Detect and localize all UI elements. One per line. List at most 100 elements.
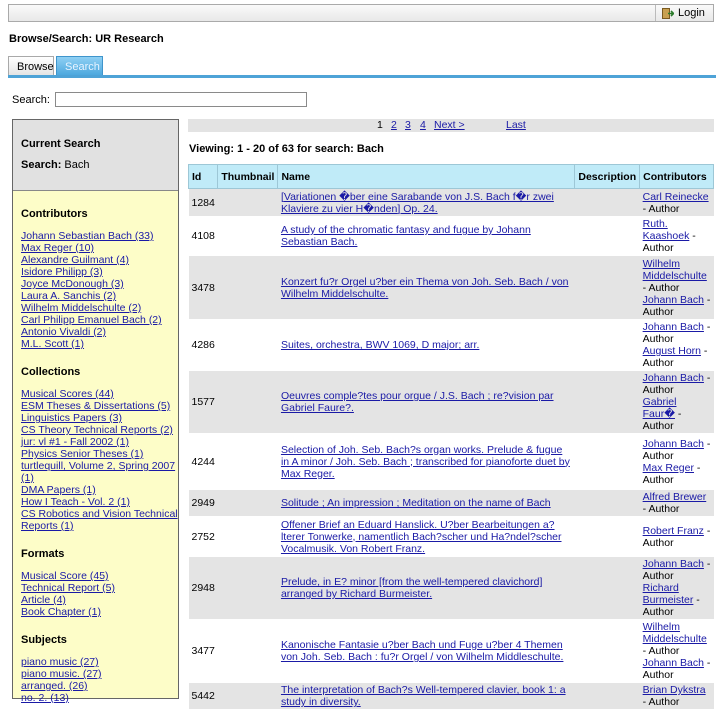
result-title-link[interactable]: Offener Brief an Eduard Hanslick. U?ber … [281, 519, 562, 555]
collection-facet-link[interactable]: DMA Papers (1) [21, 484, 96, 496]
contributor-link[interactable]: Alfred Brewer [643, 491, 707, 503]
collection-facet-link[interactable]: CS Theory Technical Reports (2) [21, 424, 173, 436]
contributor-facet-link[interactable]: M.L. Scott (1) [21, 338, 84, 350]
contributor-link[interactable]: Johann Bach [643, 657, 704, 669]
pager-page-4[interactable]: 4 [420, 119, 426, 131]
result-title-link[interactable]: Konzert fu?r Orgel u?ber ein Thema von J… [281, 276, 569, 300]
contributor-link[interactable]: Robert Franz [643, 525, 704, 537]
col-header-description[interactable]: Description [574, 164, 641, 189]
collection-facet-link[interactable]: Linguistics Papers (3) [21, 412, 122, 424]
contributor-link[interactable]: Johann Bach [643, 294, 704, 306]
pager-last-link[interactable]: Last [506, 119, 526, 131]
login-button[interactable]: Login [655, 5, 713, 21]
col-header-id[interactable]: Id [187, 164, 219, 189]
collection-facet-link[interactable]: turtlequill, Volume 2, Spring 2007 [21, 460, 175, 472]
contributor-role: Author [642, 357, 674, 369]
contributor-separator: - [703, 657, 711, 669]
contributor-facet-link[interactable]: Wilhelm Middelschulte (2) [21, 302, 141, 314]
cell-contributors: Alfred Brewer - Author [639, 489, 714, 517]
cell-thumbnail [217, 433, 278, 490]
collection-facet-link[interactable]: (1) [21, 472, 34, 484]
format-facet-link[interactable]: Musical Score (45) [21, 570, 109, 582]
pager-page-2[interactable]: 2 [391, 119, 397, 131]
contributor-facet-link[interactable]: Joyce McDonough (3) [21, 278, 124, 290]
tab-bar: Browse Search [8, 56, 105, 76]
contributor-facet-link[interactable]: Laura A. Sanchis (2) [21, 290, 116, 302]
contributor-role: Author [642, 570, 674, 582]
contributor-link[interactable]: Gabriel Faur� [643, 396, 677, 420]
contributor-facet-link[interactable]: Max Reger (10) [21, 242, 94, 254]
tab-browse[interactable]: Browse [8, 56, 54, 76]
formats-facet-list: Musical Score (45) Technical Report (5) Ar… [21, 570, 178, 618]
contributor-separator: - [703, 321, 711, 333]
subject-facet-link[interactable]: piano music (27) [21, 656, 99, 668]
contributor-link[interactable]: Carl Reinecke [643, 191, 709, 203]
contributor-link[interactable]: Ruth. Kaashoek [643, 218, 690, 242]
subject-facet-link[interactable]: arranged. (26) [21, 680, 88, 692]
collection-facet-link[interactable]: Physics Senior Theses (1) [21, 448, 143, 460]
current-search-panel: Current Search Search: Bach [13, 120, 178, 191]
contributor-link[interactable]: Johann Bach [643, 438, 704, 450]
facet-item: Reports (1) [21, 520, 178, 532]
contributor-link[interactable]: Wilhelm Middelschulte [643, 258, 707, 282]
contributor-link[interactable]: Richard Burmeister [643, 582, 694, 606]
cell-description [574, 489, 640, 517]
contributor-link[interactable]: Johann Bach [643, 372, 704, 384]
cell-thumbnail [217, 216, 278, 256]
search-input[interactable] [54, 92, 307, 107]
format-facet-link[interactable]: Article (4) [21, 594, 66, 606]
contributor-facet-link[interactable]: Antonio Vivaldi (2) [21, 326, 106, 338]
result-title-link[interactable]: Selection of Joh. Seb. Bach?s organ work… [281, 444, 570, 480]
format-facet-link[interactable]: Book Chapter (1) [21, 606, 101, 618]
subject-facet-link[interactable]: no. 2. (13) [21, 692, 69, 704]
contributor-facet-link[interactable]: Carl Philipp Emanuel Bach (2) [21, 314, 162, 326]
table-row: 3477 Kanonische Fantasie u?ber Bach und F… [188, 619, 714, 683]
facet-item: piano music. (27) [21, 668, 178, 680]
results-summary: Viewing: 1 - 20 of 63 for search: Bach [189, 143, 384, 155]
contributor-entry: Johann Bach - Author [643, 321, 711, 345]
col-header-name[interactable]: Name [277, 164, 576, 189]
collection-facet-link[interactable]: Reports (1) [21, 520, 74, 532]
table-row: 2752 Offener Brief an Eduard Hanslick. U?… [188, 516, 714, 557]
contributor-entry: Brian Dykstra - Author [643, 684, 711, 708]
result-title-link[interactable]: Kanonische Fantasie u?ber Bach und Fuge … [281, 639, 563, 663]
cell-id: 3477 [188, 619, 218, 683]
result-title-link[interactable]: Solitude ; An impression ; Meditation on… [281, 497, 551, 509]
collection-facet-link[interactable]: jur: vl #1 - Fall 2002 (1) [21, 436, 129, 448]
contributor-separator: - [703, 372, 711, 384]
contributor-facet-link[interactable]: Isidore Philipp (3) [21, 266, 103, 278]
contributor-facet-link[interactable]: Alexandre Guilmant (4) [21, 254, 129, 266]
result-title-link[interactable]: A study of the chromatic fantasy and fug… [281, 224, 531, 248]
facet-item: Alexandre Guilmant (4) [21, 254, 178, 266]
result-title-link[interactable]: Oeuvres comple?tes pour orgue / J.S. Bac… [281, 390, 554, 414]
table-row: 4244 Selection of Joh. Seb. Bach?s organ … [188, 433, 714, 490]
facet-item: Antonio Vivaldi (2) [21, 326, 178, 338]
pager-page-3[interactable]: 3 [405, 119, 411, 131]
result-title-link[interactable]: Suites, orchestra, BWV 1069, D major; ar… [281, 339, 479, 351]
col-header-thumbnail[interactable]: Thumbnail [217, 164, 279, 189]
collection-facet-link[interactable]: ESM Theses & Dissertations (5) [21, 400, 170, 412]
contributor-link[interactable]: Johann Bach [643, 558, 704, 570]
contributor-link[interactable]: August Horn [643, 345, 701, 357]
contributor-entry: Richard Burmeister - Author [643, 582, 711, 618]
collection-facet-link[interactable]: Musical Scores (44) [21, 388, 114, 400]
col-header-contributors[interactable]: Contributors [639, 164, 714, 189]
contributor-facet-link[interactable]: Johann Sebastian Bach (33) [21, 230, 154, 242]
tab-search[interactable]: Search [56, 56, 103, 76]
pager-next-link[interactable]: Next > [434, 119, 465, 131]
result-title-link[interactable]: [Variationen �ber eine Sarabande von J.S… [281, 191, 554, 215]
result-title-link[interactable]: Prelude, in E? minor [from the well-temp… [281, 576, 542, 600]
contributor-link[interactable]: Brian Dykstra [643, 684, 706, 696]
result-title-link[interactable]: The interpretation of Bach?s Well-temper… [281, 684, 566, 708]
cell-thumbnail [217, 556, 278, 620]
contributor-role: Author [648, 503, 680, 515]
facet-item: jur: vl #1 - Fall 2002 (1) [21, 436, 178, 448]
subject-facet-link[interactable]: piano music. (27) [21, 668, 102, 680]
format-facet-link[interactable]: Technical Report (5) [21, 582, 115, 594]
contributor-link[interactable]: Wilhelm Middelschulte [643, 621, 707, 645]
collection-facet-link[interactable]: CS Robotics and Vision Technical [21, 508, 178, 520]
collection-facet-link[interactable]: How I Teach - Vol. 2 (1) [21, 496, 130, 508]
contributor-link[interactable]: Max Reger [643, 462, 694, 474]
contributor-link[interactable]: Johann Bach [643, 321, 704, 333]
search-row: Search: [12, 92, 307, 107]
